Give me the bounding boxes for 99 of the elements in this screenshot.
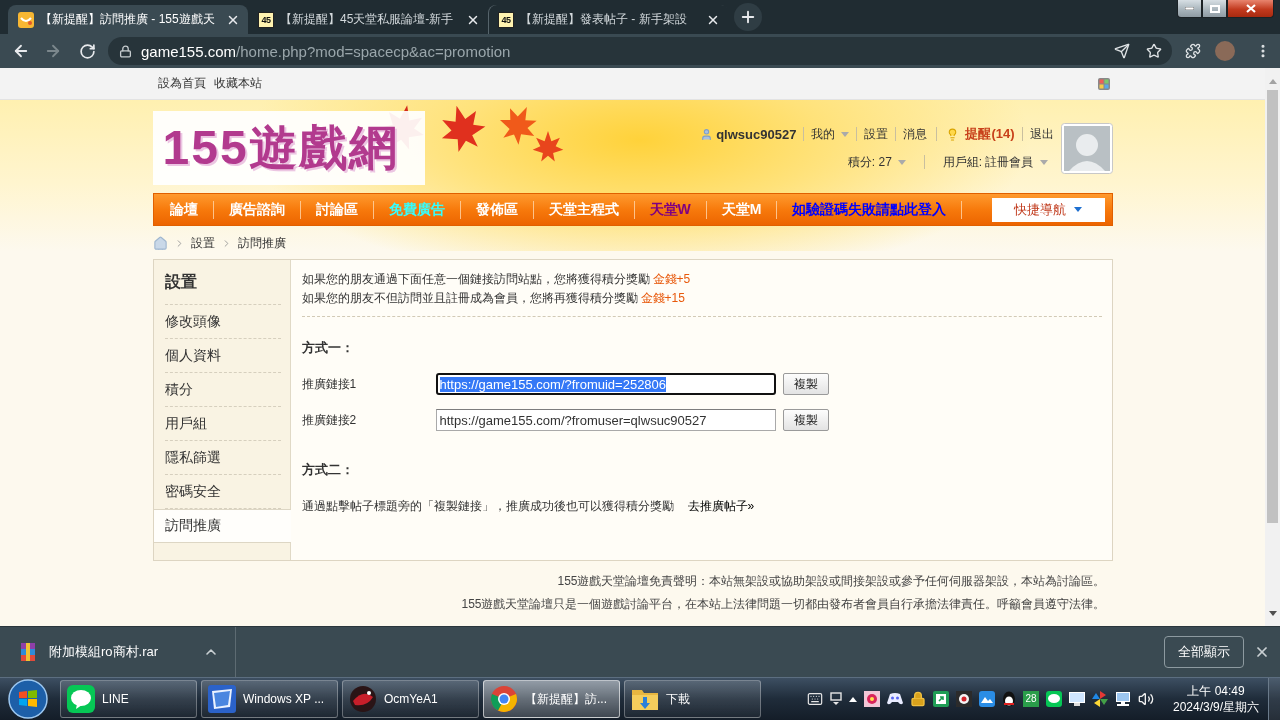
sidebar-item[interactable]: 訪問推廣 [153, 509, 291, 543]
keyboard-icon[interactable] [807, 691, 823, 707]
window-logo-icon [208, 685, 236, 713]
browser-icon [490, 685, 518, 713]
screen-icon[interactable] [1069, 692, 1085, 706]
arrow-right-icon [44, 42, 62, 60]
stat-link[interactable]: 用戶組: 註冊會員 [942, 153, 1048, 171]
header-link[interactable]: 設置 [864, 125, 889, 143]
language-bar-icon[interactable] [830, 692, 842, 706]
target-icon[interactable] [956, 691, 972, 707]
new-tab-button[interactable] [734, 3, 762, 31]
section-heading: 方式二： [301, 462, 355, 478]
caret-icon [841, 131, 850, 137]
breadcrumb-link[interactable]: 設置 [190, 234, 215, 252]
scrollbar-thumb[interactable] [1267, 90, 1278, 523]
url-field[interactable]: https://game155.com/?fromuser=qlwsuc90527 [435, 409, 776, 431]
color-grid-icon[interactable] [1097, 77, 1110, 90]
taskbar-button[interactable]: Windows XP ... [201, 680, 338, 718]
address-bar[interactable]: game155.com/home.php?mod=spacecp&ac=promotion [108, 37, 1172, 65]
taskbar-button[interactable]: OcmYeA1 [342, 680, 479, 718]
show-all-button[interactable]: 全部顯示 [1164, 636, 1244, 668]
sidebar-item[interactable]: 個人資料 [164, 339, 281, 373]
reload-icon [78, 42, 96, 60]
maximize-icon [1209, 4, 1220, 13]
taskbar-button[interactable]: 下載 [624, 680, 761, 718]
caret-icon [897, 159, 906, 165]
lock-icon [119, 44, 132, 58]
taskbar-button[interactable]: 【新提醒】訪... [483, 680, 620, 718]
taskbar-button[interactable]: LINE [60, 680, 197, 718]
sidebar-item[interactable]: 修改頭像 [164, 305, 281, 339]
penguin-icon[interactable] [1002, 691, 1016, 707]
header-link[interactable]: 消息 [903, 125, 928, 143]
lock-icon[interactable] [910, 691, 926, 707]
sidebar-item[interactable]: 用戶組 [164, 407, 281, 441]
minimize-button[interactable] [1177, 0, 1202, 18]
pinwheel-icon[interactable] [1092, 691, 1108, 707]
field-label: 推廣鏈接1 [301, 375, 358, 393]
stat-link[interactable]: 積分: 27 [847, 153, 906, 171]
caret-icon [1074, 207, 1082, 212]
header-link[interactable]: 退出 [1029, 125, 1054, 143]
browser-tab[interactable]: 45 【新提醒】45天堂私服論壇-新手 [248, 5, 488, 34]
promote-link[interactable]: 去推廣帖子» [687, 499, 755, 513]
send-icon[interactable] [1114, 43, 1130, 59]
section-heading: 方式一： [301, 340, 355, 356]
extensions-icon[interactable] [1185, 43, 1201, 59]
sidebar-title: 設置 [164, 260, 281, 305]
username-link[interactable]: qlwsuc90527 [700, 126, 797, 142]
arrow-tile-icon[interactable] [933, 691, 949, 707]
browser-tab[interactable]: 45 【新提醒】發表帖子 - 新手架設 [488, 5, 728, 34]
start-button[interactable] [8, 679, 48, 719]
maximize-button[interactable] [1202, 0, 1227, 18]
mountain-tile-icon[interactable] [979, 691, 995, 707]
monitor-icon[interactable] [1115, 692, 1131, 706]
plus-icon [739, 8, 757, 26]
copy-button[interactable]: 複製 [782, 409, 829, 431]
favicon-label: 45 [498, 11, 514, 28]
favicon-label: 45 [258, 11, 274, 28]
favicon-icon [18, 11, 34, 28]
quick-nav-button[interactable]: 快捷導航 [991, 197, 1105, 222]
scrollbar-track[interactable] [1265, 68, 1280, 626]
chat-bubble-icon[interactable] [1046, 691, 1062, 707]
emblem-icon [349, 685, 377, 713]
copy-button[interactable]: 複製 [782, 373, 829, 395]
flower-icon[interactable] [864, 691, 880, 707]
browser-tab[interactable]: 【新提醒】訪問推廣 - 155遊戲天 [8, 5, 248, 34]
top-link[interactable]: 收藏本站 [213, 75, 262, 92]
header-link[interactable]: 提醒(14) [946, 125, 1015, 143]
download-filename[interactable]: 附加模組ro商村.rar [49, 643, 159, 661]
top-link[interactable]: 設為首頁 [157, 75, 206, 92]
close-icon [1245, 4, 1256, 13]
sidebar-item[interactable]: 隱私篩選 [164, 441, 281, 475]
clock-time: 上午 04:49 [1187, 683, 1245, 699]
field-label: 推廣鏈接2 [301, 411, 358, 429]
breadcrumb-link[interactable]: 訪問推廣 [237, 234, 286, 252]
clock-date: 2024/3/9/星期六 [1172, 699, 1259, 715]
minimize-icon [1185, 7, 1194, 10]
url-field[interactable]: https://game155.com/?fromuid=252806 [435, 373, 776, 395]
speaker-icon[interactable] [1138, 691, 1154, 707]
archive-icon [20, 643, 36, 661]
bookmark-star-icon[interactable] [1146, 43, 1162, 59]
scroll-down-icon[interactable] [1268, 611, 1277, 616]
sidebar-item[interactable]: 積分 [164, 373, 281, 407]
disclaimer-text: 155遊戲天堂論壇只是一個遊戲討論平台，在本站上法律問題一切都由發布者會員自行承擔法律責任。呼籲會員遵守法律。 [460, 596, 1106, 613]
close-button[interactable] [1227, 0, 1274, 18]
disclaimer-text: 155遊戲天堂論壇免責聲明：本站無架設或協助架設或間接架設或參予任何伺服器架設，本站為討論區。 [556, 573, 1106, 590]
header-link[interactable]: 我的 [811, 125, 850, 143]
reward-info-text: 如果您的朋友通過下面任意一個鏈接訪問站點，您將獲得積分獎勵 金錢+5 [301, 271, 692, 288]
close-icon[interactable] [1254, 644, 1270, 660]
show-desktop-button[interactable] [1268, 677, 1280, 720]
user-icon [700, 127, 714, 141]
chat-app-icon [67, 685, 95, 713]
nav-link[interactable]: 天堂W [649, 200, 691, 219]
tray-expand-icon[interactable] [849, 696, 857, 702]
user-avatar [1060, 123, 1113, 174]
reward-info-text: 如果您的朋友不但訪問並且註冊成為會員，您將再獲得積分獎勵 金錢+15 [301, 290, 686, 307]
instruction-text: 通過點擊帖子標題旁的「複製鏈接」，推廣成功後也可以獲得積分獎勵 去推廣帖子» [301, 498, 756, 514]
caret-icon [1039, 159, 1048, 165]
site-logo[interactable]: 155遊戲網 [152, 111, 425, 185]
gamepad-icon[interactable] [887, 692, 903, 706]
